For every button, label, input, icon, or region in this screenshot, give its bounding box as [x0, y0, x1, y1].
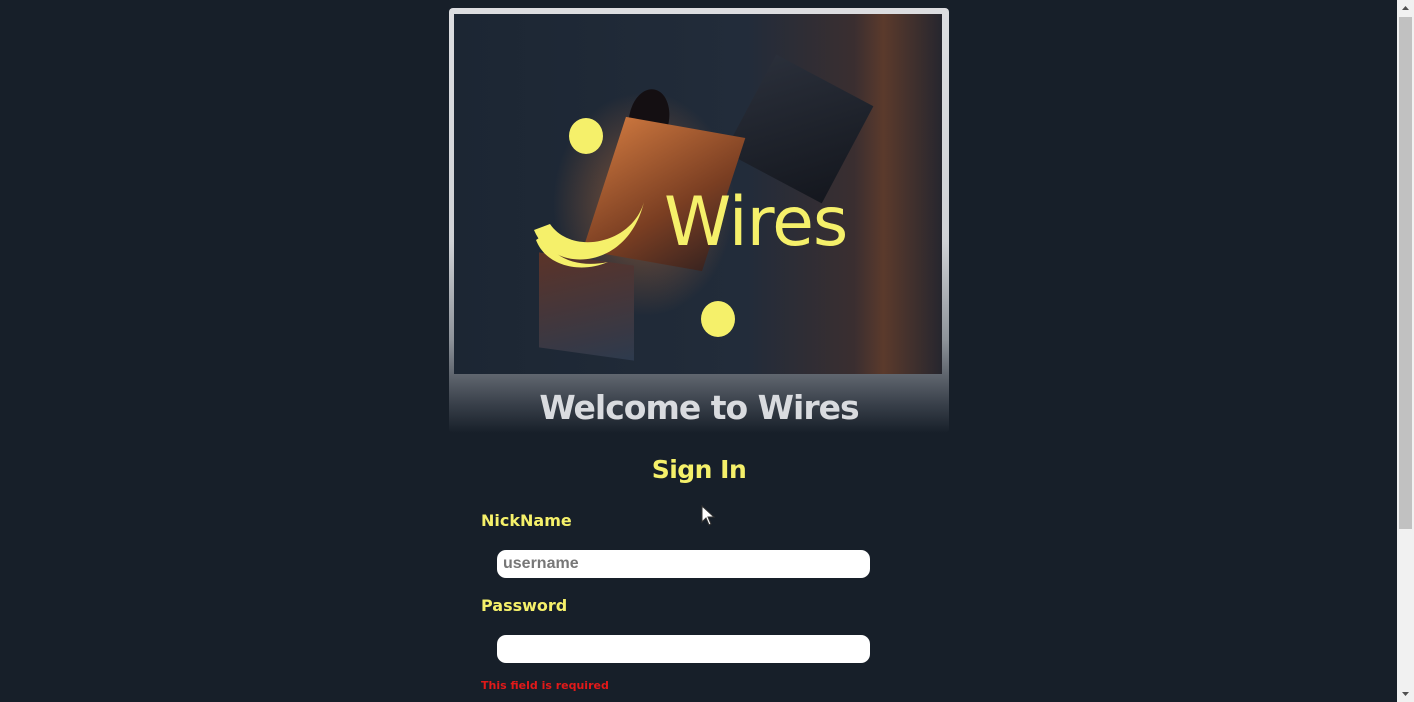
password-error-message: This field is required	[481, 679, 609, 692]
hero-banner-image: Wires	[454, 14, 942, 374]
wires-logo-icon	[534, 202, 644, 268]
password-input[interactable]	[497, 635, 870, 663]
mouse-cursor-icon	[701, 505, 716, 526]
nickname-input[interactable]	[497, 550, 870, 578]
password-label: Password	[481, 596, 568, 615]
decorative-dark-cube	[724, 54, 874, 204]
page-scrollbar[interactable]	[1397, 0, 1414, 702]
scrollbar-thumb[interactable]	[1399, 17, 1412, 529]
welcome-card: Wires Welcome to Wires	[449, 8, 949, 433]
sign-in-heading: Sign In	[651, 455, 747, 484]
decorative-yellow-dot	[569, 118, 603, 154]
nickname-label: NickName	[481, 511, 572, 530]
wires-logo-text: Wires	[664, 183, 848, 262]
scroll-up-arrow-icon[interactable]	[1397, 0, 1414, 17]
scroll-down-arrow-icon[interactable]	[1397, 685, 1414, 702]
decorative-yellow-dot	[701, 301, 735, 337]
welcome-title: Welcome to Wires	[539, 388, 859, 427]
